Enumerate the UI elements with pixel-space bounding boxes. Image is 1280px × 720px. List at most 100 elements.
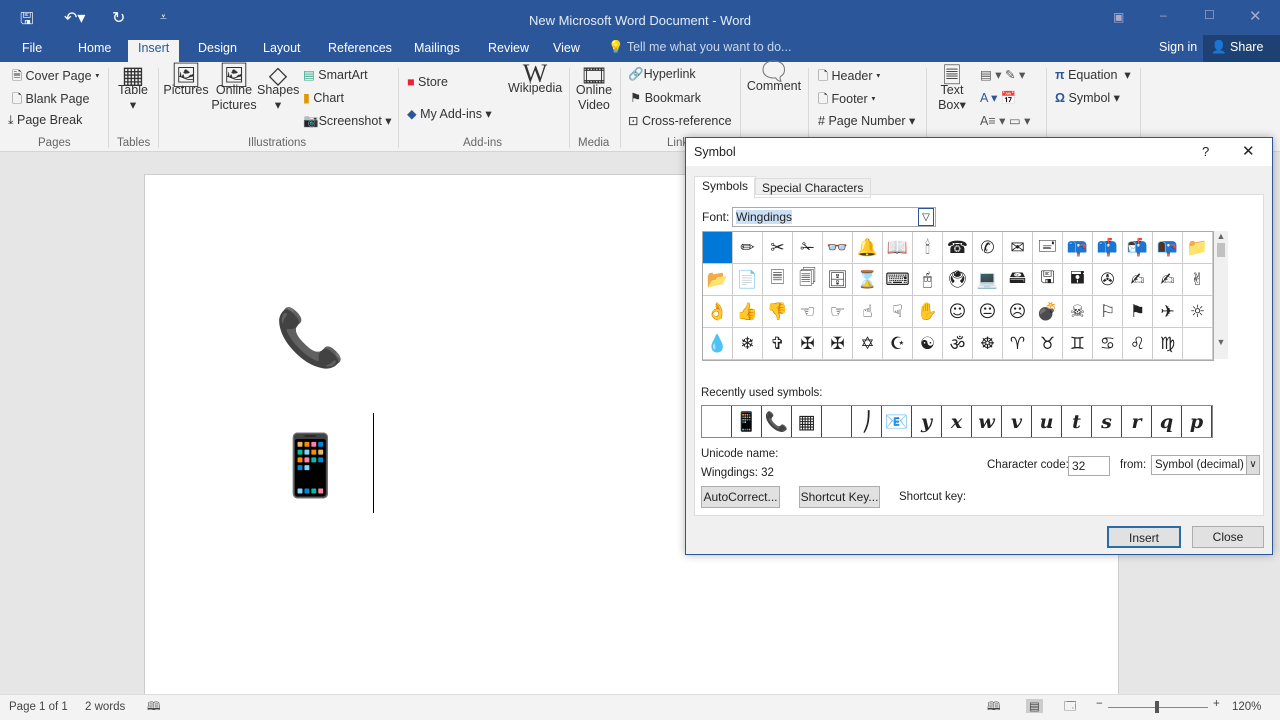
symbol-cell[interactable]: ✏ [733, 232, 763, 264]
symbol-cell[interactable]: ✁ [793, 232, 823, 264]
tab-home[interactable]: Home [68, 40, 121, 62]
symbol-cell[interactable]: ✍ [1153, 264, 1183, 296]
symbol-cell[interactable]: 🗄 [823, 264, 853, 296]
recent-symbol-cell[interactable]: y [912, 406, 942, 437]
recent-symbol-cell[interactable]: x [942, 406, 972, 437]
symbol-cell[interactable]: 🖫 [1033, 264, 1063, 296]
recent-symbol-cell[interactable]: u [1032, 406, 1062, 437]
word-count[interactable]: 2 words [85, 701, 125, 713]
symbol-cell[interactable]: ✍ [1123, 264, 1153, 296]
symbol-cell[interactable]: ♉ [1033, 328, 1063, 360]
symbol-cell[interactable]: 🖬 [1063, 264, 1093, 296]
ribbon-display-icon[interactable]: ▣ [1113, 10, 1124, 24]
recent-symbol-cell[interactable]: ▦ [792, 406, 822, 437]
symbol-cell[interactable]: 💧 [703, 328, 733, 360]
symbol-cell[interactable]: 🖰 [913, 264, 943, 296]
font-select[interactable]: Wingdings ▽ [732, 207, 936, 227]
symbol-cell[interactable]: ☺ [943, 296, 973, 328]
symbol-cell[interactable]: ✇ [1093, 264, 1123, 296]
symbol-cell[interactable]: ♈ [1003, 328, 1033, 360]
minimize-icon[interactable]: – [1160, 8, 1167, 22]
wordart-icon[interactable]: A ▾ 📅 [980, 90, 1016, 106]
tab-symbols[interactable]: Symbols [694, 176, 757, 195]
symbol-cell[interactable]: ☹ [1003, 296, 1033, 328]
symbol-button[interactable]: Ω Symbol ▾ [1055, 90, 1120, 105]
symbol-cell[interactable]: 📭 [1153, 232, 1183, 264]
symbol-cell[interactable]: ☸ [973, 328, 1003, 360]
recent-symbol-cell[interactable]: t [1062, 406, 1092, 437]
page-count[interactable]: Page 1 of 1 [9, 701, 68, 713]
symbol-cell[interactable]: 😐 [973, 296, 1003, 328]
symbol-cell[interactable]: ✠ [823, 328, 853, 360]
symbol-cell[interactable]: 👎 [763, 296, 793, 328]
tab-insert[interactable]: Insert [128, 40, 180, 62]
recent-symbol-cell[interactable]: p [1182, 406, 1212, 437]
recent-symbol-cell[interactable]: w [972, 406, 1002, 437]
page-break-button[interactable]: ⤓ Page Break [8, 113, 82, 128]
symbol-cell[interactable]: ♍ [1153, 328, 1183, 360]
share-button[interactable]: 👤 Share [1203, 35, 1280, 62]
symbol-cell[interactable]: ⚐ [1093, 296, 1123, 328]
symbol-cell[interactable]: ☯ [913, 328, 943, 360]
symbol-cell[interactable]: 📄 [733, 264, 763, 296]
recent-symbol-cell[interactable]: 📞 [762, 406, 792, 437]
symbol-cell[interactable]: ♋ [1093, 328, 1123, 360]
grid-scrollbar[interactable]: ▲ ▼ [1214, 231, 1228, 359]
recent-symbols[interactable]: 📱 📞 ▦ ⎠ 📧 y x w v u t s r q p [701, 405, 1213, 438]
tell-me-box[interactable]: 💡 Tell me what you want to do... [608, 40, 791, 55]
recent-symbol-cell[interactable]: ⎠ [852, 406, 882, 437]
footer-button[interactable]: 🗋 Footer ▾ [818, 90, 876, 111]
tab-view[interactable]: View [543, 40, 590, 62]
web-layout-icon[interactable]: 🗔 [1064, 699, 1076, 718]
header-button[interactable]: 🗋 Header ▾ [818, 67, 881, 88]
symbol-cell[interactable]: 📫 [1093, 232, 1123, 264]
close-button[interactable]: Close [1192, 526, 1264, 548]
wikipedia-button[interactable]: W Wikipedia [508, 61, 562, 96]
pictures-button[interactable]: 🖼 Pictures [163, 64, 209, 98]
bookmark-button[interactable]: ⚑ Bookmark [630, 90, 701, 105]
chevron-down-icon[interactable]: ▽ [918, 208, 934, 226]
symbol-cell[interactable]: ✋ [913, 296, 943, 328]
symbol-cell[interactable]: 💻 [973, 264, 1003, 296]
symbol-cell[interactable]: ☠ [1063, 296, 1093, 328]
symbol-cell[interactable]: 🖲 [943, 264, 973, 296]
symbol-cell[interactable]: 📁 [1183, 232, 1213, 264]
read-mode-icon[interactable]: 🕮 [987, 699, 1001, 718]
cross-reference-button[interactable]: ⊡ Cross-reference [628, 113, 732, 128]
hyperlink-button[interactable]: 🔗Hyperlink [628, 67, 696, 82]
my-addins-button[interactable]: ◆ My Add-ins ▾ [407, 106, 492, 121]
recent-symbol-cell[interactable] [822, 406, 852, 437]
table-button[interactable]: ▦ Table ▾ [116, 64, 150, 113]
text-box-button[interactable]: 🗏 Text Box▾ [934, 65, 970, 113]
recent-symbol-cell[interactable] [702, 406, 732, 437]
symbol-cell[interactable] [1183, 328, 1213, 360]
shapes-button[interactable]: ◇ Shapes ▾ [257, 64, 299, 113]
print-layout-icon[interactable]: ▤ [1026, 699, 1043, 713]
sign-in-link[interactable]: Sign in [1159, 40, 1197, 54]
smartart-button[interactable]: ▤ SmartArt [303, 67, 368, 82]
symbol-cell[interactable]: 📖 [883, 232, 913, 264]
symbol-cell[interactable]: 👓 [823, 232, 853, 264]
recent-symbol-cell[interactable]: 📧 [882, 406, 912, 437]
comment-button[interactable]: 🗨 Comment [745, 58, 803, 94]
tab-special-characters[interactable]: Special Characters [754, 178, 872, 198]
symbol-cell[interactable]: ✠ [793, 328, 823, 360]
recent-symbol-cell[interactable]: 📱 [732, 406, 762, 437]
equation-button[interactable]: π Equation ▾ [1055, 67, 1131, 82]
recent-symbol-cell[interactable]: q [1152, 406, 1182, 437]
insert-button[interactable]: Insert [1107, 526, 1181, 548]
page-number-button[interactable]: # Page Number ▾ [818, 113, 915, 128]
blank-page-button[interactable]: 🗋 Blank Page [12, 90, 89, 111]
from-select[interactable]: Symbol (decimal) [1151, 455, 1247, 475]
recent-symbol-cell[interactable]: v [1002, 406, 1032, 437]
symbol-cell[interactable]: 🔔 [853, 232, 883, 264]
symbol-cell[interactable]: 🖴 [1003, 264, 1033, 296]
chevron-down-icon[interactable]: ∨ [1246, 455, 1260, 475]
symbol-cell[interactable]: ⚑ [1123, 296, 1153, 328]
symbol-cell[interactable]: ☟ [883, 296, 913, 328]
symbol-cell[interactable]: 📬 [1123, 232, 1153, 264]
symbol-cell[interactable]: ✌ [1183, 264, 1213, 296]
symbol-cell[interactable]: 🗏 [763, 264, 793, 296]
symbol-cell[interactable]: ॐ [943, 328, 973, 360]
zoom-out-icon[interactable]: − [1096, 698, 1103, 710]
